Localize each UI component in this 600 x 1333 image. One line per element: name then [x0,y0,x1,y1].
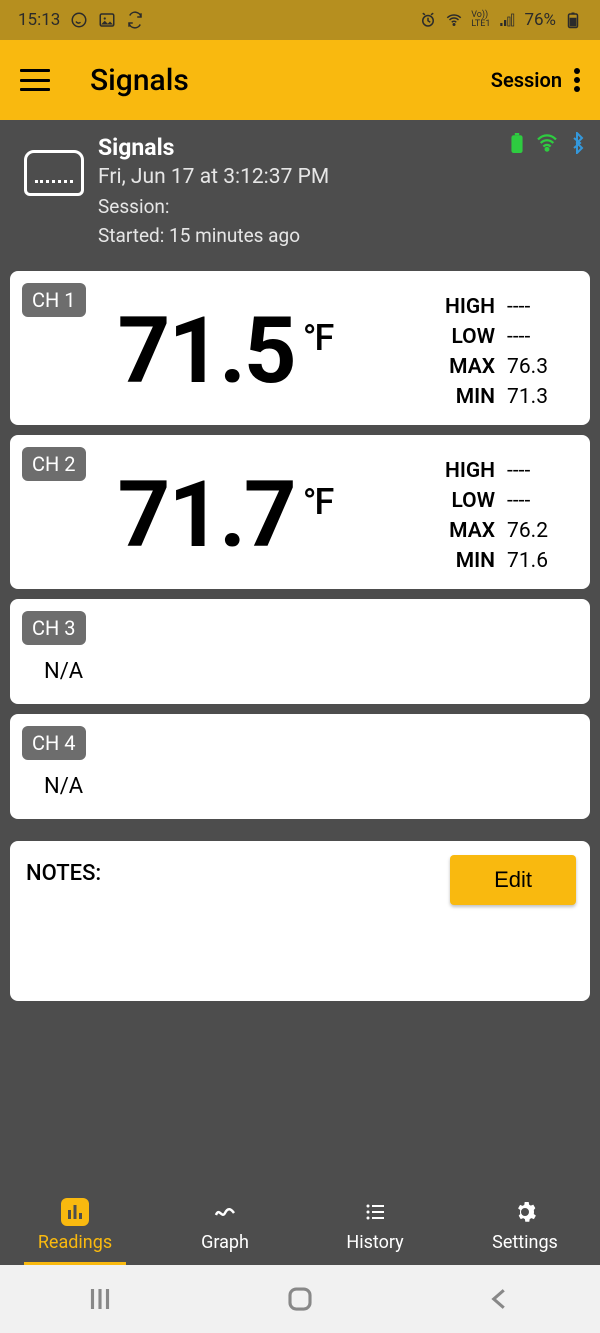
nav-settings[interactable]: Settings [450,1185,600,1265]
volte-indicator: Vo))LTE1 [471,11,490,29]
signal-icon [498,11,516,29]
channel-badge: CH 4 [22,726,86,760]
device-icon [24,150,84,196]
graph-icon [211,1198,239,1226]
channel-stats: HIGH---- LOW---- MAX76.3 MIN71.3 [424,295,574,409]
channel-reading: 71.5 °F [26,306,424,398]
channel-badge: CH 1 [22,283,86,317]
nav-readings[interactable]: Readings [0,1185,150,1265]
whatsapp-icon [70,11,88,29]
wifi-icon [445,11,463,29]
nav-graph[interactable]: Graph [150,1185,300,1265]
channel-badge: CH 3 [22,611,86,645]
content-area: Signals Fri, Jun 17 at 3:12:37 PM Sessio… [0,120,600,1185]
channel-card-3[interactable]: CH 3 N/A [10,599,590,704]
status-time: 15:13 [18,10,60,30]
channel-badge: CH 2 [22,447,86,481]
channel-card-2[interactable]: CH 2 71.7 °F HIGH---- LOW---- MAX76.2 MI… [10,435,590,589]
overflow-icon[interactable] [574,68,580,92]
session-started: Started: 15 minutes ago [98,224,586,247]
back-button[interactable] [485,1284,515,1314]
settings-icon [511,1198,539,1226]
notes-card: NOTES: Edit [10,841,590,1001]
android-status-bar: 15:13 Vo))LTE1 76% [0,0,600,40]
page-title: Signals [90,63,491,98]
bottom-nav: Readings Graph History Settings [0,1185,600,1265]
recents-button[interactable] [85,1284,115,1314]
session-button[interactable]: Session [491,68,562,92]
channel-na: N/A [44,774,574,799]
session-label: Session: [98,195,586,218]
history-icon [361,1198,389,1226]
nav-history[interactable]: History [300,1185,450,1265]
readings-icon [61,1198,89,1226]
channel-stats: HIGH---- LOW---- MAX76.2 MIN71.6 [424,459,574,573]
alarm-icon [419,11,437,29]
battery-icon [564,11,582,29]
battery-percent: 76% [524,10,556,30]
app-bar: Signals Session [0,40,600,120]
session-datetime: Fri, Jun 17 at 3:12:37 PM [98,165,586,189]
menu-icon[interactable] [20,69,50,91]
wifi-icon [536,134,558,152]
channel-card-1[interactable]: CH 1 71.5 °F HIGH---- LOW---- MAX76.3 MI… [10,271,590,425]
session-info-header: Signals Fri, Jun 17 at 3:12:37 PM Sessio… [0,120,600,261]
channel-reading: 71.7 °F [26,470,424,562]
channel-card-4[interactable]: CH 4 N/A [10,714,590,819]
sync-icon [126,11,144,29]
android-nav-bar [0,1265,600,1333]
channel-na: N/A [44,659,574,684]
image-icon [98,11,116,29]
edit-button[interactable]: Edit [450,855,576,905]
bluetooth-icon [570,132,584,154]
home-button[interactable] [285,1284,315,1314]
battery-icon [510,133,524,153]
